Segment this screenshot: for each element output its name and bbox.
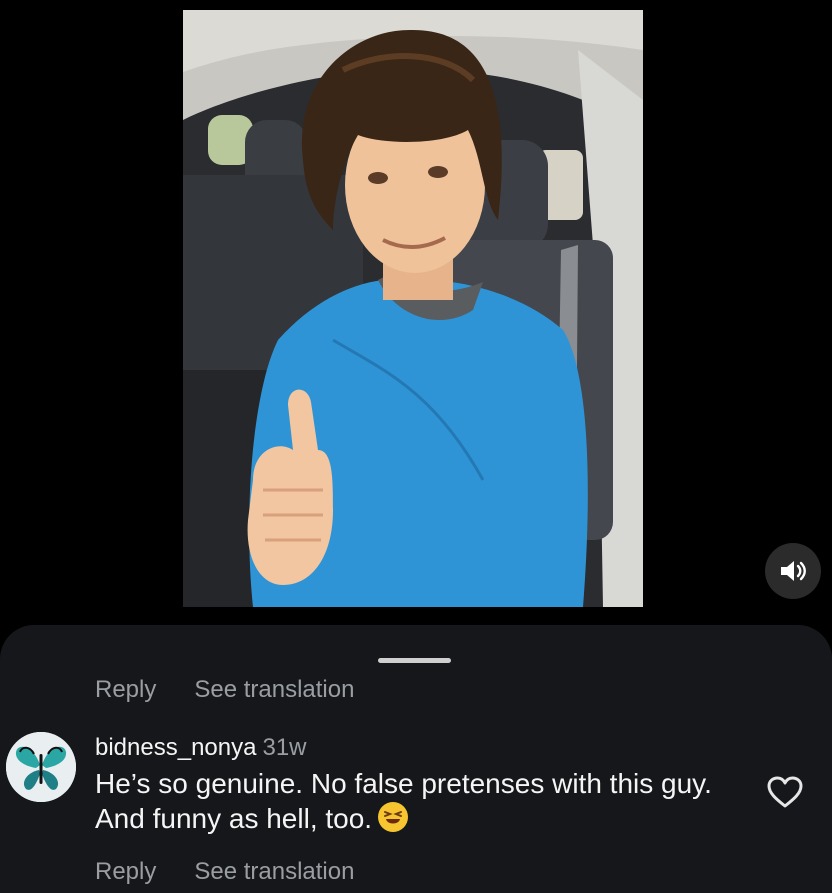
reply-button[interactable]: Reply xyxy=(95,676,156,704)
comments-sheet: Reply See translation bidness_nonya 31w H… xyxy=(0,625,832,893)
comment-body: He’s so genuine. No false pretenses with… xyxy=(95,766,715,836)
see-translation-button[interactable]: See translation xyxy=(194,858,354,886)
butterfly-avatar xyxy=(6,732,76,802)
like-comment-button[interactable] xyxy=(766,775,804,809)
comment-meta: bidness_nonya 31w xyxy=(95,733,715,763)
comment: bidness_nonya 31w He’s so genuine. No fal… xyxy=(95,733,715,836)
person-thumbs-up-photo xyxy=(183,10,643,607)
comment-username[interactable]: bidness_nonya xyxy=(95,734,256,761)
laughing-face-emoji-icon xyxy=(378,802,409,832)
reply-button[interactable]: Reply xyxy=(95,858,156,886)
previous-comment-actions: Reply See translation xyxy=(95,676,354,704)
heart-icon xyxy=(767,776,803,808)
mute-button[interactable] xyxy=(765,543,821,599)
speaker-volume-icon xyxy=(781,561,806,581)
post-media xyxy=(0,0,832,625)
post-photo xyxy=(183,10,643,607)
sheet-drag-handle[interactable] xyxy=(378,658,451,663)
comment-actions: Reply See translation xyxy=(95,858,354,886)
avatar[interactable] xyxy=(6,732,76,802)
see-translation-button[interactable]: See translation xyxy=(194,676,354,704)
comment-age: 31w xyxy=(262,734,307,761)
